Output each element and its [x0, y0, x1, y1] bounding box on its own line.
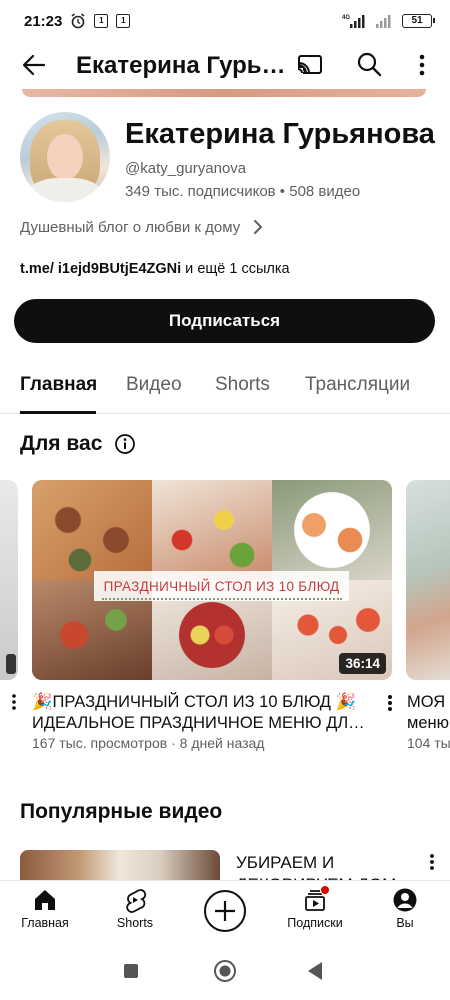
- notification-badge-icon: 1: [94, 14, 109, 28]
- home-circle-icon[interactable]: [214, 960, 236, 982]
- video-metadata: 167 тыс. просмотров · 8 дней назад: [32, 735, 265, 751]
- video-duration-badge: 36:14: [339, 653, 386, 674]
- channel-link[interactable]: t.me/ i1ejd9BUtjE4ZGNi: [20, 261, 181, 277]
- video-title-line: 🎉ПРАЗДНИЧНЫЙ СТОЛ ИЗ 10 БЛЮД 🎉: [32, 693, 357, 711]
- video-views: 167 тыс. просмотров: [32, 735, 168, 751]
- more-options-button[interactable]: [412, 50, 432, 80]
- tab-videos[interactable]: Видео: [126, 374, 182, 396]
- next-video-thumbnail[interactable]: [406, 480, 450, 680]
- nav-home[interactable]: Главная: [5, 887, 85, 930]
- search-button[interactable]: [354, 50, 386, 80]
- channel-tabs: Главная Видео Shorts Трансляции: [0, 360, 450, 414]
- subscriber-count: 349 тыс. подписчиков: [125, 183, 276, 200]
- top-app-bar: Екатерина Гурь…: [0, 42, 450, 88]
- section-title-popular: Популярные видео: [20, 800, 223, 823]
- create-plus-icon: [215, 901, 235, 921]
- signal-icon: 4G: [342, 15, 365, 28]
- nav-subscriptions[interactable]: Подписки: [275, 885, 355, 930]
- back-button[interactable]: [18, 50, 50, 80]
- video-title[interactable]: 🎉ПРАЗДНИЧНЫЙ СТОЛ ИЗ 10 БЛЮД 🎉 ИДЕАЛЬНОЕ…: [32, 692, 377, 734]
- stats-separator: •: [275, 183, 290, 200]
- popular-video-more-button[interactable]: [425, 852, 439, 872]
- signal-icon: [376, 15, 391, 28]
- nav-you[interactable]: Вы: [365, 887, 445, 930]
- cast-icon: [297, 55, 322, 75]
- channel-links[interactable]: t.me/ i1ejd9BUtjE4ZGNi и ещё 1 ссылка: [20, 261, 290, 277]
- video-title-line: ИДЕАЛЬНОЕ ПРАЗДНИЧНОЕ МЕНЮ ДЛ…: [32, 714, 365, 732]
- notification-badge-icon: 1: [116, 14, 131, 28]
- shorts-icon: [126, 889, 147, 913]
- search-icon: [357, 52, 382, 77]
- channel-name: Екатерина Гурьянова: [125, 118, 435, 150]
- status-bar: 21:23 1 1 4G 51: [0, 0, 450, 42]
- video-count: 508 видео: [289, 183, 361, 200]
- channel-stats: 349 тыс. подписчиков • 508 видео: [125, 183, 360, 200]
- channel-handle: @katy_guryanova: [125, 160, 247, 177]
- battery-icon: 51: [402, 14, 435, 28]
- svg-text:4G: 4G: [342, 15, 350, 21]
- active-tab-indicator: [20, 411, 96, 414]
- system-navigation-bar: [0, 944, 450, 1000]
- tab-home[interactable]: Главная: [20, 374, 97, 396]
- next-video-title[interactable]: МОЯ меню: [407, 692, 450, 734]
- tab-live[interactable]: Трансляции: [305, 374, 410, 396]
- video-more-button[interactable]: [382, 692, 398, 714]
- section-title-for-you: Для вас: [20, 432, 103, 455]
- subscribe-button[interactable]: Подписаться: [14, 299, 435, 343]
- previous-video-more-button[interactable]: [10, 692, 18, 712]
- video-thumbnail[interactable]: ПРАЗДНИЧНЫЙ СТОЛ ИЗ 10 БЛЮД 36:14: [32, 480, 392, 680]
- home-icon: [35, 890, 55, 910]
- description-text: Душевный блог о любви к дому: [20, 218, 241, 236]
- nav-label: Вы: [396, 916, 414, 930]
- nav-shorts[interactable]: Shorts: [95, 887, 175, 930]
- more-vert-icon: [419, 54, 425, 76]
- nav-label: Подписки: [287, 916, 343, 930]
- notification-dot: [320, 885, 330, 895]
- nav-label: Shorts: [116, 916, 154, 930]
- chevron-right-icon: [254, 220, 263, 234]
- status-time: 21:23: [24, 12, 63, 30]
- nav-label: Главная: [21, 916, 69, 930]
- more-vert-icon: [12, 694, 16, 710]
- alarm-icon: [71, 13, 85, 29]
- more-links[interactable]: и ещё 1 ссылка: [181, 261, 289, 277]
- page-title: Екатерина Гурь…: [76, 52, 286, 79]
- video-age: 8 дней назад: [179, 735, 265, 751]
- back-arrow-icon: [22, 54, 46, 76]
- back-triangle-icon[interactable]: [308, 962, 322, 980]
- recents-icon[interactable]: [124, 964, 138, 978]
- channel-avatar[interactable]: [20, 112, 110, 202]
- next-video-metadata: 104 ты: [407, 735, 450, 751]
- tab-shorts[interactable]: Shorts: [215, 374, 270, 396]
- create-button[interactable]: [204, 890, 246, 932]
- info-button[interactable]: [114, 433, 136, 455]
- more-vert-icon: [430, 854, 434, 870]
- channel-banner: [22, 89, 426, 97]
- more-vert-icon: [388, 695, 392, 711]
- account-icon: [393, 888, 417, 912]
- thumbnail-caption: ПРАЗДНИЧНЫЙ СТОЛ ИЗ 10 БЛЮД: [94, 571, 349, 601]
- cast-button[interactable]: [294, 50, 326, 80]
- previous-video-thumbnail[interactable]: [0, 480, 18, 680]
- bottom-navigation: Главная Shorts Подписки Вы: [0, 880, 450, 944]
- channel-description[interactable]: Душевный блог о любви к дому: [20, 218, 264, 236]
- info-icon: [115, 434, 135, 454]
